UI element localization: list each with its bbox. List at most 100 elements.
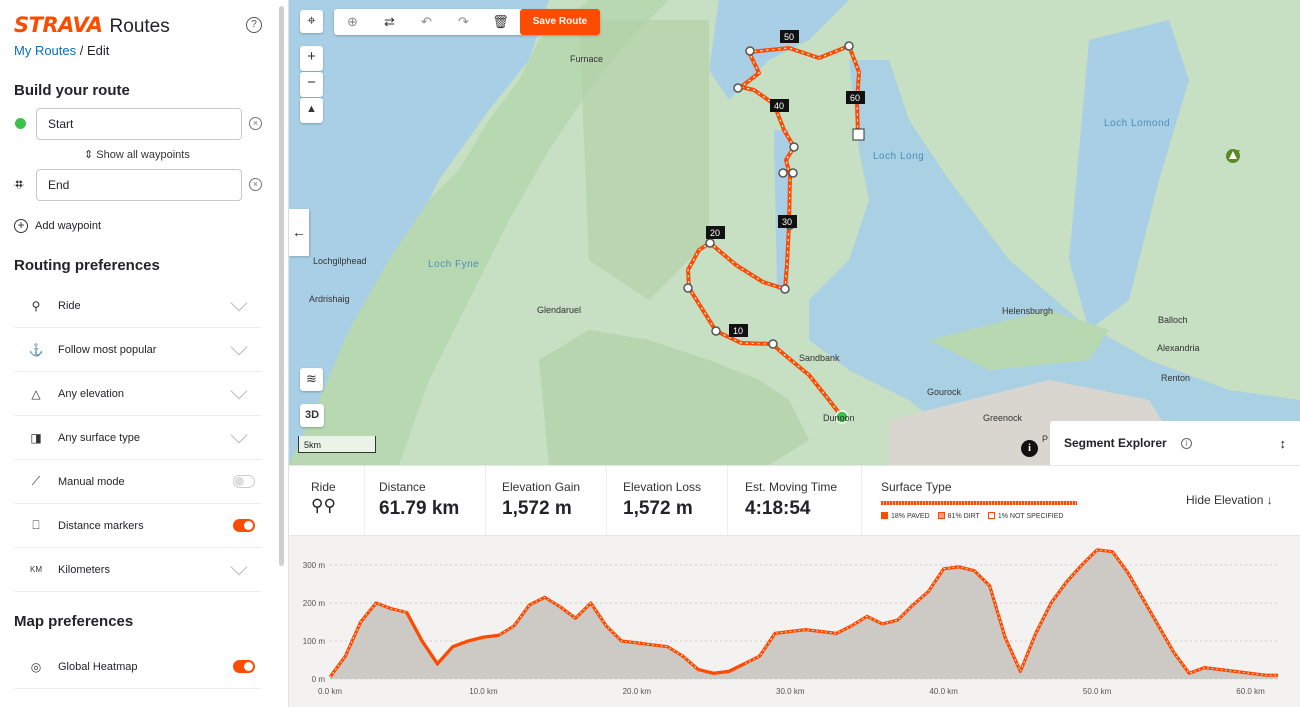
x-tick-label: 20.0 km (623, 687, 652, 696)
bike-icon: ⚲⚲ (311, 496, 336, 515)
distance-stat: Distance 61.79 km (365, 466, 486, 536)
distance-marker[interactable]: 20 (710, 228, 720, 238)
segment-explorer-title: Segment Explorer (1064, 436, 1167, 450)
start-waypoint-input[interactable]: Start (36, 108, 242, 140)
redo-icon[interactable]: ↷ (445, 14, 482, 30)
add-waypoint-label: Add waypoint (35, 220, 102, 232)
zoom-in-button[interactable]: + (300, 46, 323, 71)
legend-unspecified: 1% NOT SPECIFIED (987, 512, 1063, 520)
pref-label: Ride (58, 299, 81, 312)
map-canvas[interactable]: Furnace Lochgilphead Ardrishaig Glendaru… (289, 0, 1300, 465)
pref-label: Global Heatmap (58, 660, 138, 673)
water-label: Loch Fyne (428, 259, 480, 270)
routing-preferences-heading: Routing preferences (14, 257, 160, 274)
elevation-gain-label: Elevation Gain (502, 480, 581, 494)
place-label: Alexandria (1157, 343, 1200, 353)
save-route-button[interactable]: Save Route (520, 9, 600, 35)
map-preferences-heading: Map preferences (14, 613, 134, 630)
surface-icon: ◨ (30, 430, 42, 445)
sidebar: STRAVA Routes ? My Routes / Edit Build y… (0, 0, 289, 707)
pref-label: Kilometers (58, 563, 110, 576)
3d-button[interactable]: 3D (300, 404, 324, 427)
popular-icon: ⚓ (28, 342, 44, 357)
hide-elevation-button[interactable]: Hide Elevation ↓ (1186, 493, 1273, 507)
show-all-waypoints[interactable]: ⇕ Show all waypoints (84, 148, 190, 161)
expand-panel-icon[interactable]: ↕ (1280, 436, 1287, 451)
place-label: P (1042, 434, 1049, 444)
distance-marker[interactable]: 50 (784, 32, 794, 42)
place-label: Renton (1161, 373, 1191, 383)
pref-global-heatmap[interactable]: ◎ Global Heatmap (14, 645, 261, 689)
breadcrumb-my-routes[interactable]: My Routes (14, 43, 76, 58)
route-stats-bar: Ride ⚲⚲ Distance 61.79 km Elevation Gain… (289, 465, 1300, 536)
pref-follow-most-popular[interactable]: ⚓ Follow most popular (14, 328, 261, 372)
chevron-down-icon (230, 294, 248, 311)
clear-end-icon[interactable]: × (249, 178, 262, 191)
activity-stat: Ride ⚲⚲ (289, 466, 365, 536)
pref-any-surface-type[interactable]: ◨ Any surface type (14, 416, 261, 460)
marker-icon: ⎕ (32, 518, 40, 532)
pref-any-elevation[interactable]: △ Any elevation (14, 372, 261, 416)
start-dot-icon (15, 118, 26, 129)
upload-icon[interactable]: ⊕ (334, 14, 371, 30)
collapse-sidebar-icon[interactable]: ← (289, 209, 309, 256)
delete-icon[interactable]: 🗑 (482, 14, 519, 30)
place-label: Sandbank (799, 353, 840, 363)
chevron-down-icon (230, 338, 248, 355)
place-label: Balloch (1158, 315, 1188, 325)
info-icon[interactable]: i (1021, 440, 1038, 457)
heatmap-icon: ◎ (30, 659, 42, 674)
x-tick-label: 0.0 km (318, 687, 342, 696)
map-layers-icon[interactable]: ≋ (300, 368, 323, 391)
y-tick-label: 300 m (303, 561, 326, 570)
map-layer (289, 0, 1300, 465)
compass-icon[interactable]: ▲ (300, 98, 323, 123)
x-tick-label: 50.0 km (1083, 687, 1112, 696)
km-icon: KM (30, 565, 42, 574)
elevation-loss-value: 1,572 m (623, 498, 693, 519)
elevation-loss-label: Elevation Loss (623, 480, 702, 494)
x-tick-label: 60.0 km (1236, 687, 1265, 696)
pref-kilometers[interactable]: KM Kilometers (14, 548, 261, 592)
build-route-heading: Build your route (14, 82, 130, 99)
water-label: Loch Lomond (1104, 118, 1171, 129)
product-name: Routes (109, 16, 170, 37)
add-waypoint-button[interactable]: + Add waypoint (14, 219, 101, 233)
pref-ride[interactable]: ⚲ Ride (14, 284, 261, 328)
segment-explorer-panel[interactable]: Segment Explorer i ↕ (1050, 421, 1300, 465)
clear-start-icon[interactable]: × (249, 117, 262, 130)
manual-icon: ⟋ (31, 474, 41, 488)
toggle-switch[interactable] (233, 475, 255, 488)
show-all-label: Show all waypoints (96, 149, 190, 161)
distance-marker[interactable]: 60 (850, 93, 860, 103)
pref-distance-markers[interactable]: ⎕ Distance markers (14, 504, 261, 548)
legend-dirt: 81% DIRT (937, 512, 980, 520)
info-circle-icon[interactable]: i (1180, 437, 1192, 449)
distance-marker[interactable]: 30 (782, 217, 792, 227)
distance-marker[interactable]: 40 (774, 101, 784, 111)
elevation-loss-stat: Elevation Loss 1,572 m (607, 466, 728, 536)
strava-routes-logo[interactable]: STRAVA Routes (14, 13, 170, 38)
moving-time-value: 4:18:54 (745, 498, 811, 519)
toggle-switch[interactable] (233, 519, 255, 532)
undo-icon[interactable]: ↶ (408, 14, 445, 30)
pref-manual-mode[interactable]: ⟋ Manual mode (14, 460, 261, 504)
help-icon[interactable]: ? (246, 17, 262, 33)
zoom-out-button[interactable]: − (300, 72, 323, 97)
end-waypoint-input[interactable]: End (36, 169, 242, 201)
reverse-route-icon[interactable]: ⇄ (371, 14, 408, 30)
distance-marker[interactable]: 10 (733, 326, 743, 336)
place-label: Gourock (927, 387, 962, 397)
locate-me-icon[interactable]: ⌖ (300, 10, 323, 33)
x-tick-label: 30.0 km (776, 687, 805, 696)
elevation-chart[interactable]: 0 m 100 m 200 m 300 m 0.0 km 10.0 km 20.0 km 30… (289, 536, 1300, 707)
chevron-down-icon (230, 382, 248, 399)
elevation-area (330, 549, 1278, 679)
activity-label: Ride (311, 480, 336, 494)
surface-type-bar (881, 501, 1077, 505)
map-scale: 5km (298, 436, 376, 453)
sidebar-scrollbar[interactable] (279, 6, 284, 566)
global-heatmap-toggle[interactable] (233, 660, 255, 673)
expand-icon: ⇕ (84, 149, 97, 161)
y-tick-label: 200 m (303, 599, 326, 608)
